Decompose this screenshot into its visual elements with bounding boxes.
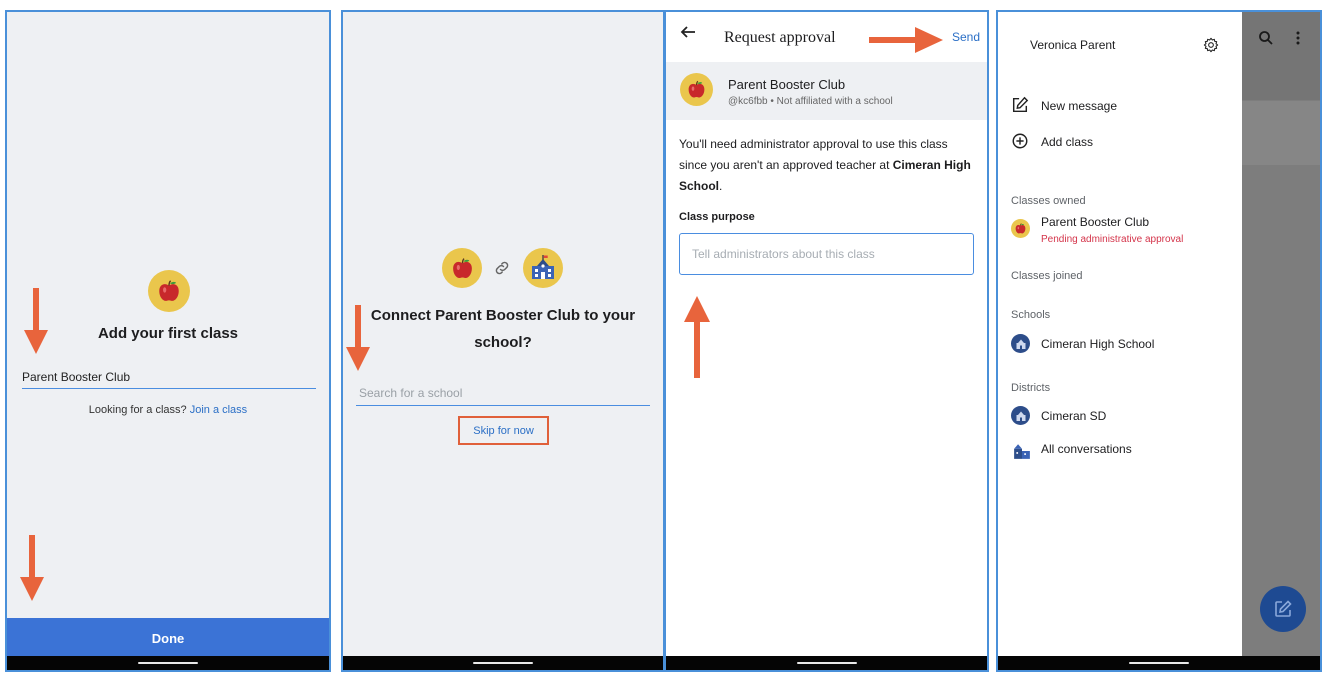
navigation-drawer-screen: Veronica Parent New message Add class Cl… [996, 10, 1322, 672]
buildings-icon [1014, 444, 1030, 459]
request-approval-screen: Request approval Send Parent Booster Clu… [664, 10, 989, 672]
class-summary-row: Parent Booster Club @kc6fbb • Not affili… [666, 62, 987, 120]
navigation-drawer: Veronica Parent New message Add class Cl… [998, 12, 1242, 670]
down-arrow-annotation [20, 535, 44, 601]
system-nav-bar [7, 656, 329, 670]
system-nav-bar [998, 656, 1320, 670]
home-handle[interactable] [473, 662, 533, 664]
system-nav-bar [343, 656, 663, 670]
apple-icon [442, 248, 482, 288]
up-arrow-annotation [684, 296, 710, 378]
apple-icon [148, 270, 190, 312]
app-bar: Request approval Send [666, 12, 987, 62]
class-name: Parent Booster Club [728, 77, 846, 92]
district-icon [1011, 406, 1030, 425]
looking-text: Looking for a class? [88, 404, 187, 416]
home-handle[interactable] [796, 662, 857, 664]
owned-class-name: Parent Booster Club [1041, 215, 1150, 229]
page-title: Request approval [724, 29, 836, 46]
compose-button[interactable] [1260, 586, 1306, 632]
apple-icon [680, 73, 713, 106]
system-nav-bar [666, 656, 987, 670]
all-conversations-label: All conversations [1041, 442, 1132, 456]
home-handle[interactable] [138, 662, 198, 664]
down-arrow-annotation [346, 305, 370, 371]
send-button[interactable]: Send [952, 30, 980, 44]
dimmed-content [1242, 101, 1320, 165]
dimmed-app-bar [1242, 12, 1320, 100]
pending-status: Pending administrative approval [1041, 234, 1184, 245]
drawer-scrim[interactable] [1242, 12, 1320, 670]
school-icon [1011, 334, 1030, 353]
down-arrow-annotation [24, 288, 48, 354]
class-purpose-label: Class purpose [679, 211, 755, 223]
right-arrow-annotation [869, 27, 943, 53]
user-name: Veronica Parent [1030, 38, 1116, 52]
arrow-left-icon[interactable] [680, 24, 696, 45]
school-search-input[interactable]: Search for a school [356, 384, 650, 406]
join-class-link[interactable]: Join a class [190, 404, 247, 416]
skip-for-now-button[interactable]: Skip for now [458, 416, 549, 445]
link-icon [495, 261, 509, 275]
page-title: Add your first class [97, 325, 239, 342]
class-purpose-input[interactable]: Tell administrators about this class [679, 233, 974, 275]
home-handle[interactable] [1129, 662, 1189, 664]
add-class-screen: Add your first class Parent Booster Club… [5, 10, 331, 672]
add-class-label: Add class [1041, 135, 1094, 149]
districts-heading: Districts [1011, 382, 1051, 394]
edit-icon [1012, 96, 1029, 113]
page-title: Connect Parent Booster Club to your scho… [370, 307, 636, 351]
classes-owned-heading: Classes owned [1011, 195, 1086, 207]
connect-school-screen: Connect Parent Booster Club to your scho… [341, 10, 665, 672]
done-button[interactable]: Done [7, 618, 329, 658]
search-icon[interactable] [1258, 30, 1274, 46]
apple-icon [1011, 219, 1030, 238]
schools-heading: Schools [1011, 309, 1051, 321]
join-class-prompt: Looking for a class? Join a class [7, 404, 329, 416]
district-name: Cimeran SD [1041, 409, 1107, 423]
new-message-label: New message [1041, 99, 1118, 113]
plus-circle-icon [1012, 133, 1028, 149]
classes-joined-heading: Classes joined [1011, 270, 1083, 282]
explanation-end: . [719, 179, 723, 193]
school-name: Cimeran High School [1041, 337, 1155, 351]
approval-explanation: You'll need administrator approval to us… [679, 134, 977, 197]
class-handle: @kc6fbb • Not affiliated with a school [728, 96, 893, 107]
compose-icon [1275, 600, 1292, 617]
gear-icon[interactable] [1203, 37, 1219, 53]
class-name-input[interactable]: Parent Booster Club [22, 369, 316, 389]
more-vert-icon[interactable] [1295, 30, 1301, 46]
school-icon [523, 248, 563, 288]
